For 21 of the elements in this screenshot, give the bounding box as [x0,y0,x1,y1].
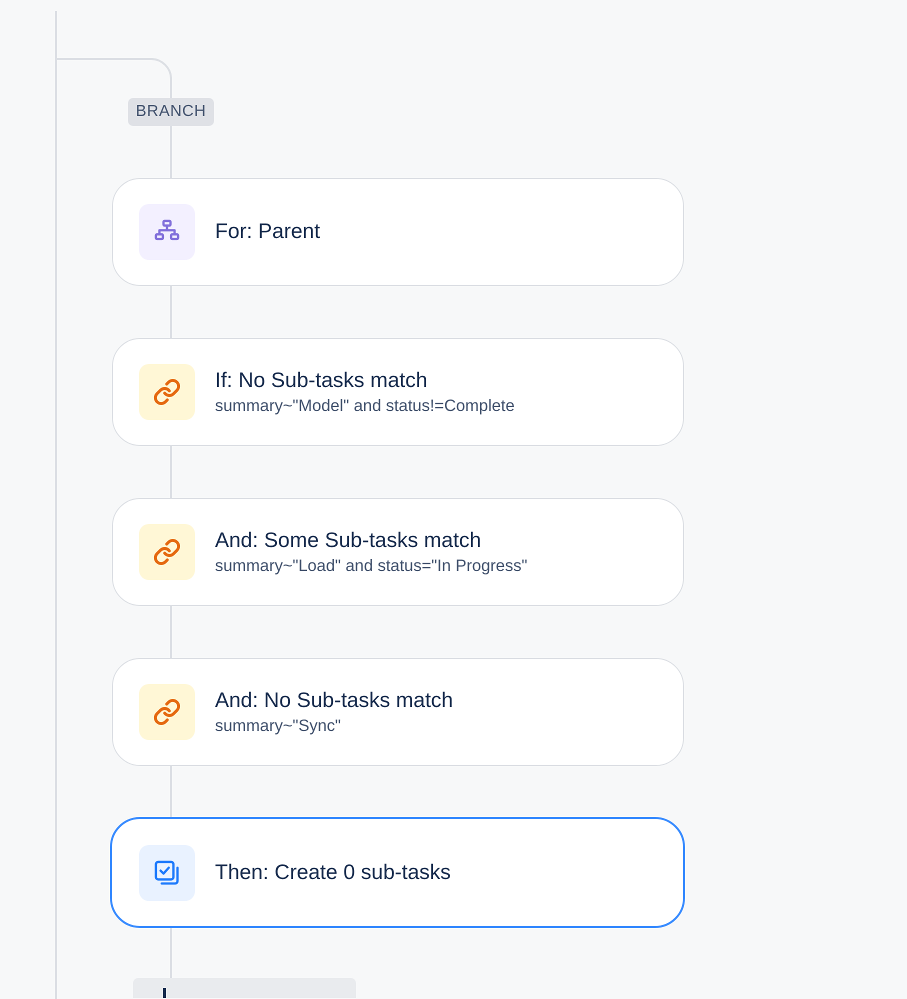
link-icon [139,524,195,580]
step-title: If: No Sub-tasks match [215,368,428,394]
hierarchy-icon [139,204,195,260]
rule-step-card[interactable]: For: Parent [112,178,684,286]
rule-step-card[interactable]: And: Some Sub-tasks match summary~"Load" and status="In Progress" [112,498,684,606]
step-title: And: No Sub-tasks match [215,688,454,714]
link-icon [139,364,195,420]
link-icon [139,684,195,740]
step-title: And: Some Sub-tasks match [215,528,482,554]
step-title: For: Parent [215,219,320,245]
plus-icon [163,988,166,998]
step-title: Then: Create 0 sub-tasks [215,860,451,886]
rule-step-card[interactable]: And: No Sub-tasks match summary~"Sync" [112,658,684,766]
rule-step-card[interactable]: Then: Create 0 sub-tasks [110,817,685,928]
step-condition: summary~"Model" and status!=Complete [215,396,515,417]
rule-step-card[interactable]: If: No Sub-tasks match summary~"Model" and status!=Complete [112,338,684,446]
add-button[interactable] [133,978,356,998]
branch-label: BRANCH [128,98,214,126]
step-condition: summary~"Sync" [215,716,341,737]
step-condition: summary~"Load" and status="In Progress" [215,556,528,577]
stacked-checkbox-icon [139,844,195,900]
